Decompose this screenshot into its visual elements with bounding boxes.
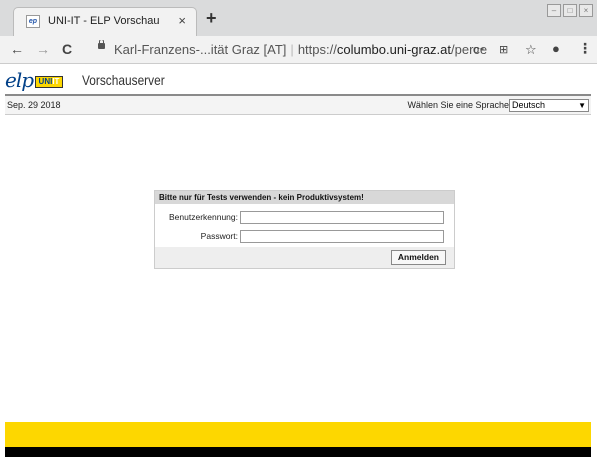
login-button[interactable]: Anmelden bbox=[390, 250, 446, 265]
window-controls: – □ × bbox=[547, 4, 593, 17]
reload-icon[interactable]: C bbox=[62, 41, 72, 57]
logo-text: elp bbox=[5, 68, 34, 92]
chevron-down-icon: ▼ bbox=[578, 101, 586, 110]
menu-icon[interactable]: ⋮ bbox=[578, 40, 592, 57]
url-site-name: Karl-Franzens-...ität Graz [AT] bbox=[114, 42, 287, 57]
info-bar: Sep. 29 2018 Wählen Sie eine Sprache Deu… bbox=[5, 96, 591, 115]
lock-icon bbox=[98, 40, 105, 49]
maximize-icon[interactable]: □ bbox=[563, 4, 577, 17]
key-icon[interactable]: o⁃ bbox=[473, 43, 485, 56]
star-icon[interactable]: ☆ bbox=[525, 42, 537, 58]
url-domain: columbo.uni-graz.at bbox=[336, 42, 452, 57]
app-header: elp UNIIT Vorschauserver bbox=[5, 68, 591, 93]
language-value: Deutsch bbox=[512, 100, 546, 110]
address-bar[interactable]: Karl-Franzens-...ität Graz [AT] | https://… bbox=[90, 40, 488, 60]
current-date: Sep. 29 2018 bbox=[7, 100, 61, 110]
browser-toolbar: ← → C Karl-Franzens-...ität Graz [AT] | ht… bbox=[0, 36, 597, 64]
password-field[interactable] bbox=[240, 230, 444, 243]
username-label: Benutzerkennung: bbox=[169, 212, 238, 222]
login-footer: Anmelden bbox=[155, 247, 454, 268]
footer-black-bar bbox=[5, 447, 591, 457]
account-icon[interactable]: ● bbox=[552, 41, 560, 56]
translate-icon[interactable]: ⊞ bbox=[499, 43, 508, 56]
password-label: Passwort: bbox=[200, 231, 238, 241]
login-box: Bitte nur für Tests verwenden - kein Pro… bbox=[154, 190, 455, 269]
new-tab-button[interactable]: + bbox=[206, 9, 217, 27]
elp-logo: elp UNIIT bbox=[5, 68, 80, 92]
forward-icon[interactable]: → bbox=[36, 41, 50, 57]
tab-title: UNI-IT - ELP Vorschau bbox=[48, 15, 160, 27]
username-field[interactable] bbox=[240, 211, 444, 224]
login-heading: Bitte nur für Tests verwenden - kein Pro… bbox=[155, 191, 454, 204]
language-label: Wählen Sie eine Sprache bbox=[407, 100, 509, 110]
favicon-icon: ep bbox=[26, 15, 40, 28]
url-scheme: https:// bbox=[297, 42, 337, 57]
url-separator: | bbox=[290, 42, 294, 57]
back-icon[interactable]: ← bbox=[10, 41, 24, 57]
close-window-icon[interactable]: × bbox=[579, 4, 593, 17]
app-name: Vorschauserver bbox=[82, 72, 165, 88]
language-select[interactable]: Deutsch ▼ bbox=[509, 99, 589, 112]
minimize-icon[interactable]: – bbox=[547, 4, 561, 17]
browser-tab[interactable]: ep UNI-IT - ELP Vorschau × bbox=[13, 7, 197, 36]
close-tab-icon[interactable]: × bbox=[178, 13, 186, 28]
logo-badge: UNIIT bbox=[35, 76, 63, 88]
footer-yellow-bar bbox=[5, 422, 591, 447]
browser-titlebar: ep UNI-IT - ELP Vorschau × + – □ × bbox=[0, 0, 597, 36]
